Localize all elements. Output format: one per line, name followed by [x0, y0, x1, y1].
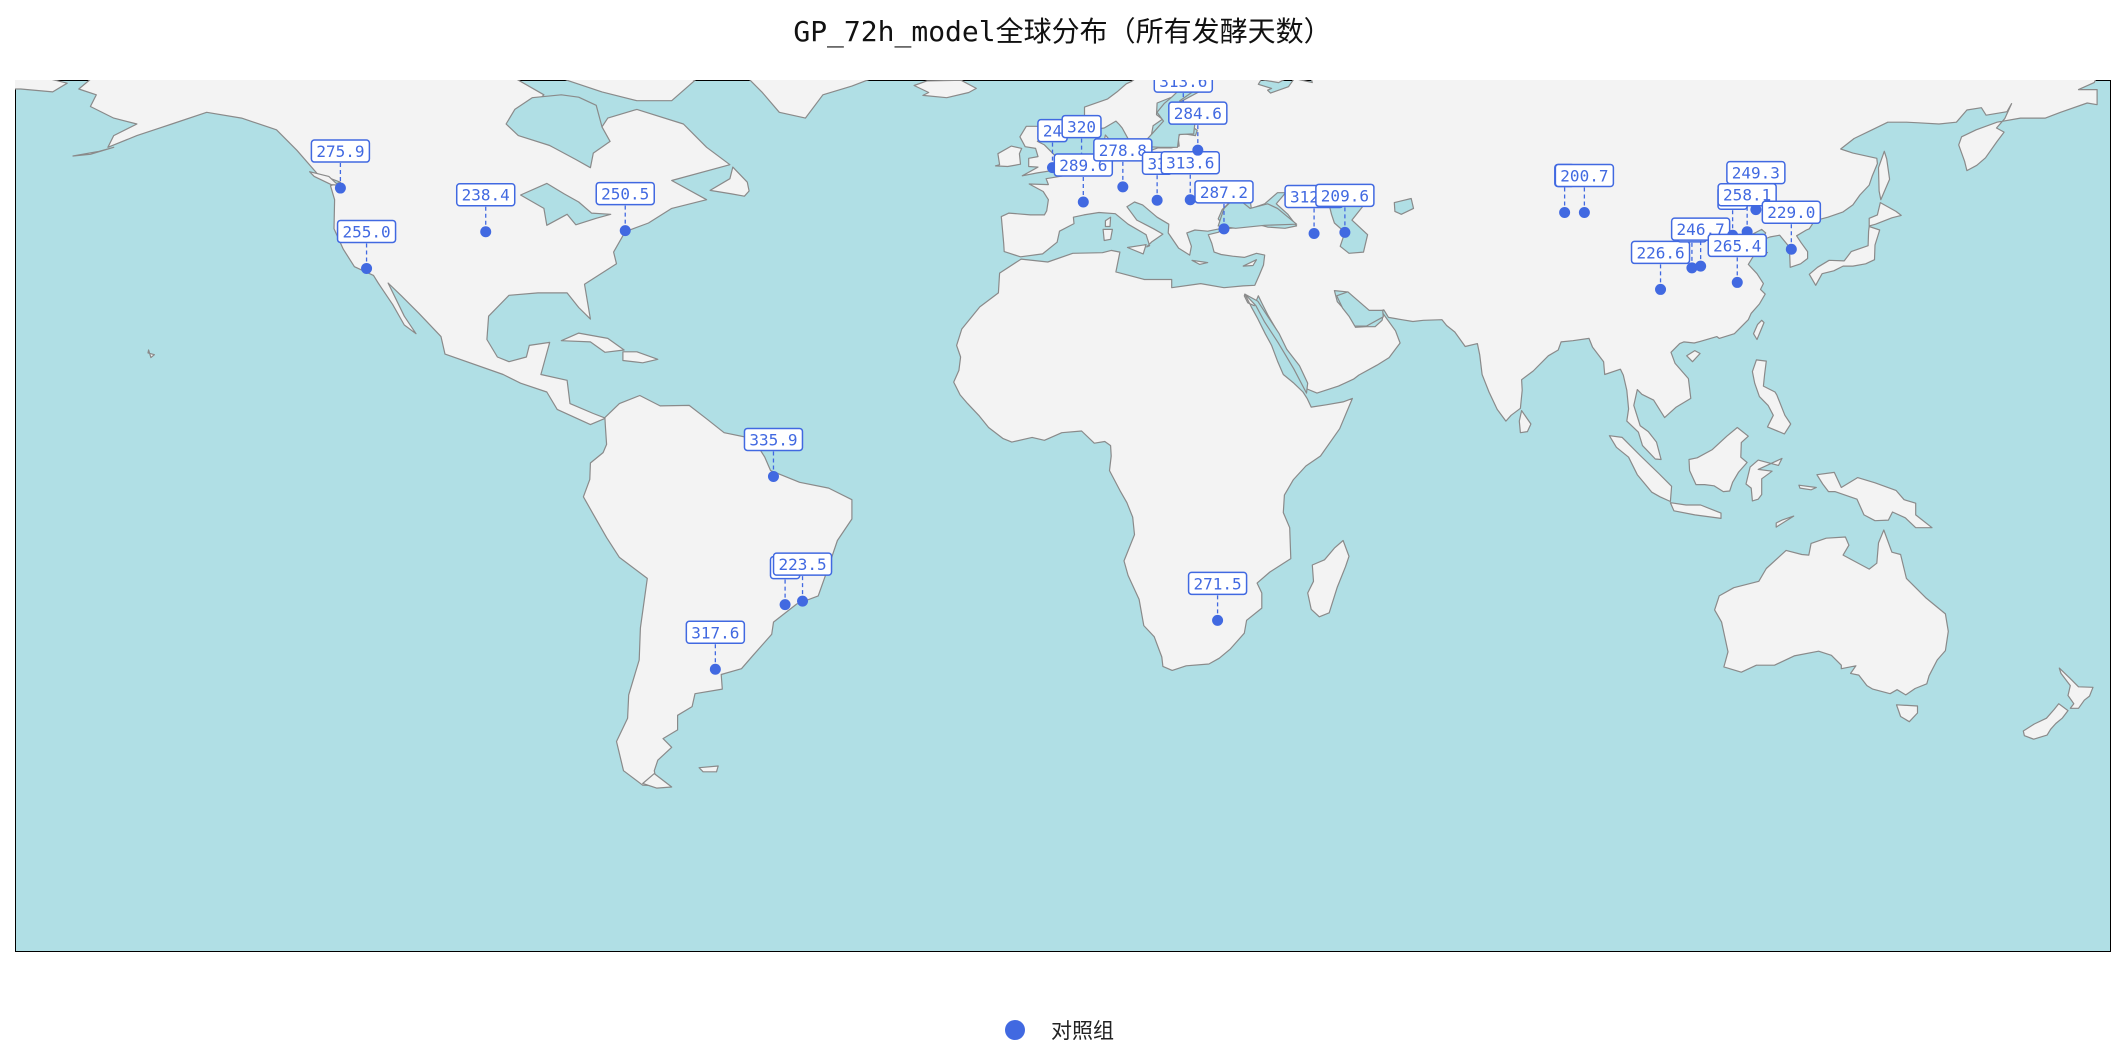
marker-label: 287.2	[1200, 183, 1248, 202]
marker-dot[interactable]	[1151, 194, 1163, 206]
marker-label: 255.0	[342, 222, 390, 241]
marker-dot[interactable]	[1785, 243, 1797, 255]
marker-dot[interactable]	[1192, 144, 1204, 156]
legend: 对照组	[1005, 1016, 1114, 1044]
marker-dot[interactable]	[1077, 196, 1089, 208]
marker-label: 238.4	[462, 186, 510, 205]
marker-dot[interactable]	[619, 225, 631, 237]
marker-dot[interactable]	[1655, 283, 1667, 295]
marker-dot[interactable]	[1559, 207, 1571, 219]
marker-label: 317.6	[691, 623, 739, 642]
marker-dot[interactable]	[1184, 194, 1196, 206]
marker-label: 313.6	[1159, 80, 1207, 91]
marker-dot[interactable]	[1218, 223, 1230, 235]
marker-label: 250.5	[601, 185, 649, 204]
legend-label: 对照组	[1051, 1019, 1114, 1043]
marker-dot[interactable]	[767, 470, 779, 482]
marker-dot[interactable]	[1308, 227, 1320, 239]
marker-label: 24	[1043, 122, 1062, 141]
world-map: 275.9255.0238.4250.5335.922223.5317.6243…	[15, 80, 2111, 952]
marker-label: 223.5	[778, 555, 826, 574]
map-title: GP_72h_model全球分布（所有发酵天数）	[793, 15, 1332, 48]
marker-label: 226.6	[1636, 243, 1684, 262]
marker-dot[interactable]	[797, 595, 809, 607]
marker-dot[interactable]	[334, 182, 346, 194]
marker-label: 229.0	[1767, 203, 1815, 222]
marker-label: 200.7	[1560, 167, 1608, 186]
marker-dot[interactable]	[1117, 181, 1129, 193]
marker-dot[interactable]	[779, 599, 791, 611]
marker-dot[interactable]	[709, 663, 721, 675]
marker-label: 320	[1067, 118, 1096, 137]
marker-label: 249.3	[1732, 164, 1780, 183]
marker-label: 265.4	[1713, 236, 1761, 255]
marker-dot[interactable]	[1695, 260, 1707, 272]
marker-label: 284.6	[1174, 104, 1222, 123]
landmass-falkland	[698, 765, 719, 773]
marker-dot[interactable]	[361, 262, 373, 274]
blue-dot-icon	[1005, 1020, 1025, 1040]
marker-label: 335.9	[749, 430, 797, 449]
marker-dot[interactable]	[1212, 614, 1224, 626]
marker-label: 278.8	[1099, 141, 1147, 160]
marker-dot[interactable]	[1578, 207, 1590, 219]
marker-dot[interactable]	[480, 226, 492, 238]
marker-label: 275.9	[316, 142, 364, 161]
marker-label: 209.6	[1321, 186, 1369, 205]
marker-label: 271.5	[1193, 574, 1241, 593]
marker-dot[interactable]	[1731, 276, 1743, 288]
marker-label: 313.6	[1166, 154, 1214, 173]
landmass-sardinia	[1102, 228, 1113, 242]
marker-dot[interactable]	[1339, 226, 1351, 238]
